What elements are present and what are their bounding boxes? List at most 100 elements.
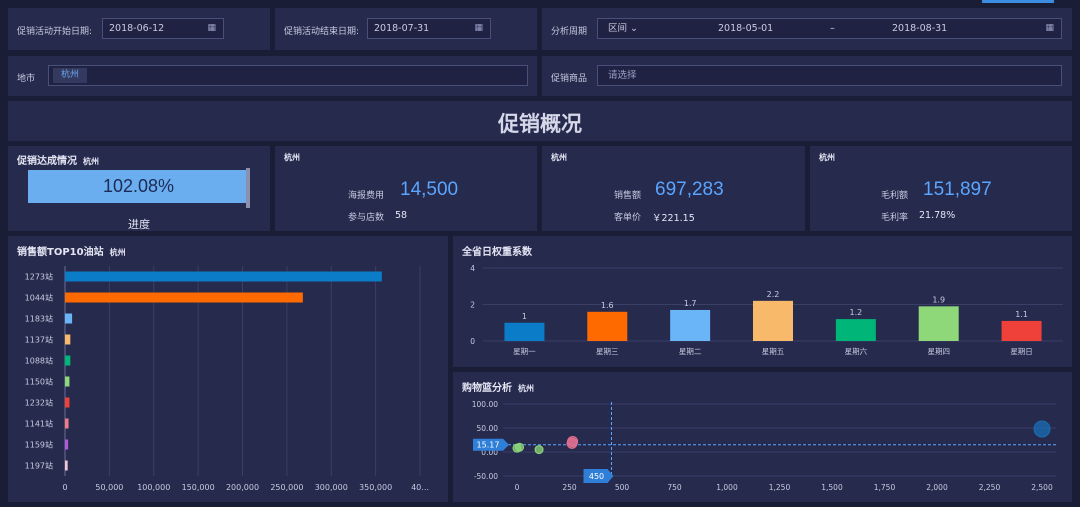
bar	[835, 319, 876, 341]
y-tick-label: 50.00	[477, 424, 499, 433]
period-range-input[interactable]: 区间 ⌄ 2018-05-01 – 2018-08-31 ▦	[597, 18, 1062, 39]
scatter-point	[515, 442, 525, 452]
start-date-value: 2018-06-12	[109, 23, 165, 34]
page-title: 促销概况	[498, 112, 582, 136]
avg-ticket-value: ￥221.15	[652, 213, 695, 224]
end-date-input[interactable]: 2018-07-31 ▦	[367, 18, 491, 39]
overview-banner: 促销概况	[8, 101, 1072, 141]
x-tick-label: 2,500	[1031, 483, 1053, 492]
bar	[1001, 320, 1042, 341]
start-date-input[interactable]: 2018-06-12 ▦	[102, 18, 224, 39]
filter-panel-city: 地市 杭州	[8, 56, 537, 96]
y-tick-label: 1044站	[25, 293, 53, 303]
period-from-value[interactable]: 2018-05-01	[718, 19, 773, 38]
sales-city: 杭州	[551, 153, 567, 162]
gross-profit-value: 151,897	[923, 179, 992, 200]
top-action-button[interactable]	[982, 0, 1054, 3]
city-tag[interactable]: 杭州	[53, 68, 88, 83]
scatter-point	[534, 445, 544, 455]
progress-label: 进度	[128, 218, 150, 231]
x-tick-label: 350,000	[359, 483, 392, 492]
y-tick-label: 1197站	[25, 461, 53, 471]
bar	[65, 313, 73, 324]
y-tick-label: 1088站	[25, 356, 53, 366]
product-label: 促销商品	[551, 74, 588, 84]
y-tick-label: 1273站	[25, 272, 53, 282]
filter-panel-product: 促销商品 请选择	[542, 56, 1072, 96]
product-select[interactable]: 请选择	[597, 65, 1062, 86]
product-placeholder: 请选择	[608, 70, 637, 81]
mean-y-label: 15.17	[477, 441, 500, 450]
store-count-label: 参与店数	[348, 213, 385, 223]
data-label: 1.7	[684, 299, 697, 308]
x-tick-label: 星期五	[762, 347, 785, 356]
y-tick-label: 100.00	[472, 400, 498, 409]
bar	[65, 418, 69, 429]
data-label: 1.6	[601, 301, 614, 310]
x-tick-label: 750	[667, 483, 682, 492]
end-date-value: 2018-07-31	[374, 23, 430, 34]
start-date-label: 促销活动开始日期:	[17, 27, 93, 37]
poster-city: 杭州	[284, 153, 300, 162]
bar	[65, 376, 70, 387]
kpi-sales-card: 杭州 销售额 697,283 客单价 ￥221.15	[542, 146, 805, 231]
filter-panel-period: 分析周期 区间 ⌄ 2018-05-01 – 2018-08-31 ▦	[542, 8, 1072, 50]
x-tick-label: 1,000	[716, 483, 738, 492]
progress-bar-end	[246, 168, 250, 208]
chevron-down-icon: ⌄	[630, 23, 639, 34]
x-tick-label: 1,750	[874, 483, 896, 492]
x-tick-label: 1,250	[769, 483, 791, 492]
x-tick-label: 500	[615, 483, 630, 492]
y-tick-label: 4	[470, 264, 475, 273]
y-tick-label: 1150站	[25, 377, 53, 387]
bar	[504, 322, 545, 341]
data-label: 1	[522, 312, 527, 321]
period-label: 分析周期	[551, 27, 588, 37]
y-tick-label: 2	[470, 301, 475, 310]
achievement-title: 促销达成情况 杭州	[17, 156, 99, 167]
poster-cost-value: 14,500	[400, 179, 459, 200]
x-tick-label: 100,000	[137, 483, 170, 492]
period-mode-value: 区间	[608, 23, 628, 34]
basket-chart-panel: 购物篮分析 杭州 100.00 50.00 0.00 -50.00 0 250 500 750 1…	[453, 372, 1072, 502]
filter-panel-end: 促销活动结束日期: 2018-07-31 ▦	[275, 8, 537, 50]
x-tick-label: 250,000	[270, 483, 303, 492]
bar	[753, 300, 793, 341]
x-tick-label: 星期六	[845, 346, 868, 356]
bar	[65, 334, 71, 345]
calendar-icon: ▦	[474, 23, 483, 33]
x-tick-label: 50,000	[95, 483, 123, 492]
y-tick-label: 1183站	[25, 314, 53, 324]
city-select[interactable]: 杭州	[48, 65, 528, 86]
period-mode-select[interactable]: 区间 ⌄	[608, 19, 638, 38]
y-tick-label: 1137站	[25, 335, 53, 345]
top10-chart-panel: 销售额TOP10油站 杭州 0 50,000 100,000 150,000 200,00…	[8, 236, 448, 502]
kpi-poster-card: 杭州 海报费用 14,500 参与店数 58	[275, 146, 537, 231]
period-separator: –	[830, 23, 835, 34]
x-tick-label: 300,000	[315, 483, 348, 492]
x-tick-label: 40...	[411, 483, 429, 492]
kpi-achievement-card: 促销达成情况 杭州 102.08% 进度	[8, 146, 270, 231]
data-label: 1.9	[932, 295, 945, 304]
x-tick-label: 星期日	[1010, 347, 1033, 356]
period-to-value[interactable]: 2018-08-31	[892, 19, 947, 38]
x-tick-label: 2,250	[979, 483, 1001, 492]
bar	[918, 306, 959, 341]
x-tick-label: 星期一	[513, 347, 536, 356]
bar	[65, 271, 382, 282]
gross-profit-label: 毛利额	[881, 191, 909, 201]
y-tick-label: 1141站	[25, 419, 53, 429]
data-label: 2.2	[767, 290, 780, 299]
city-label: 地市	[17, 74, 36, 84]
x-tick-label: 1,500	[821, 483, 843, 492]
store-count-value: 58	[395, 210, 408, 221]
x-tick-label: 2,000	[926, 483, 948, 492]
gross-margin-value: 21.78%	[919, 210, 956, 221]
bar	[65, 460, 68, 471]
y-tick-label: 1232站	[25, 398, 53, 408]
y-tick-label: 1159站	[25, 440, 53, 450]
progress-percent: 102.08%	[102, 176, 175, 196]
achievement-city: 杭州	[83, 157, 99, 166]
progress-bar: 102.08%	[28, 170, 249, 203]
x-tick-label: 星期四	[927, 347, 950, 356]
